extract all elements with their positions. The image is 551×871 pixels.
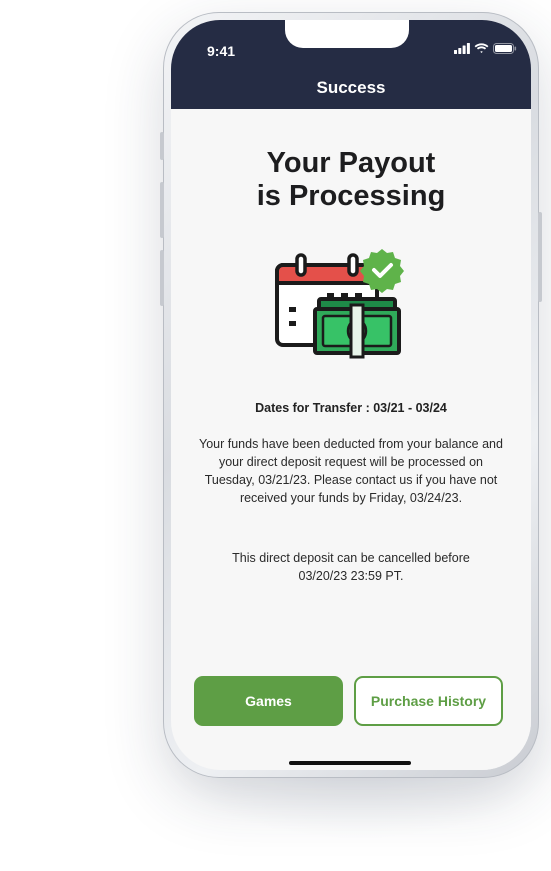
battery-icon xyxy=(493,43,517,54)
wifi-icon xyxy=(474,43,489,53)
calendar-money-check-icon xyxy=(275,249,404,359)
phone-screen: 9:41 Success Your Payout is Processing D… xyxy=(171,20,531,770)
signal-icon xyxy=(454,43,470,54)
cancellation-notice: This direct deposit can be cancelled bef… xyxy=(232,551,470,583)
page-title: Your Payout is Processing xyxy=(171,147,531,213)
purchase-history-button[interactable]: Purchase History xyxy=(354,676,503,726)
notch xyxy=(285,20,409,48)
funds-deducted-message: Your funds have been deducted from your … xyxy=(199,437,503,505)
transfer-dates: Dates for Transfer : 03/21 - 03/24 xyxy=(255,401,447,415)
header-title: Success xyxy=(316,78,386,97)
power-button xyxy=(538,212,542,302)
volume-up-button xyxy=(160,182,164,238)
volume-down-button xyxy=(160,250,164,306)
title-line-2: is Processing xyxy=(256,180,446,212)
main-content: Your Payout is Processing Dates for Tran… xyxy=(171,109,531,770)
title-line-1: Your Payout xyxy=(266,147,436,179)
phone-frame: 9:41 Success Your Payout is Processing D… xyxy=(160,12,542,778)
status-time: 9:41 xyxy=(207,43,236,59)
status-icons xyxy=(454,43,517,54)
stage: 9:41 Success Your Payout is Processing D… xyxy=(0,0,551,871)
games-button[interactable]: Games xyxy=(194,676,343,726)
app-header: 9:41 Success xyxy=(171,20,531,109)
home-indicator[interactable] xyxy=(289,761,411,765)
mute-switch xyxy=(160,132,164,160)
